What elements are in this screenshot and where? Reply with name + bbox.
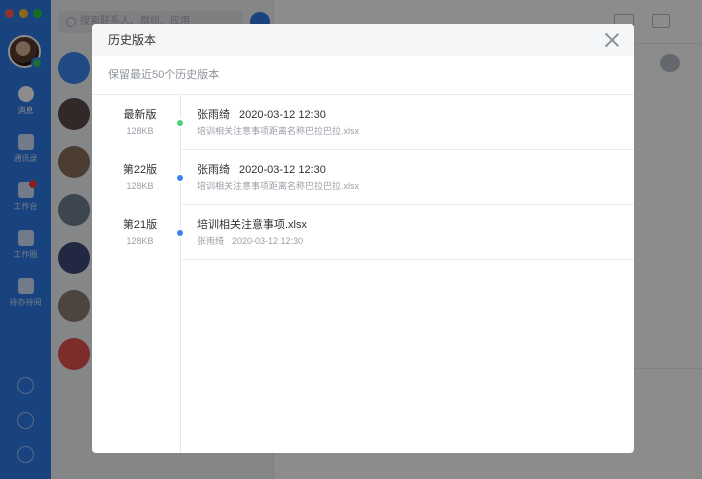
dialog-subtitle: 保留最近50个历史版本 <box>92 56 634 95</box>
version-label: 最新版 128KB <box>92 108 188 137</box>
version-size: 128KB <box>126 181 154 191</box>
version-file-title: 培训相关注意事项.xlsx <box>197 219 307 231</box>
dialog-header: 历史版本 <box>92 24 634 56</box>
version-row[interactable]: 最新版 128KB 张雨绮 2020-03-12 12:30 培训相关注意事项距离… <box>92 95 634 150</box>
version-author: 张雨绮 <box>197 109 230 121</box>
version-size: 128KB <box>126 126 154 136</box>
version-size: 128KB <box>126 236 154 246</box>
version-name: 第21版 <box>122 219 158 231</box>
version-author-time: 张雨绮 2020-03-12 12:30 <box>197 108 326 122</box>
version-author: 张雨绮 <box>197 164 230 176</box>
version-row[interactable]: 第21版 128KB 培训相关注意事项.xlsx 张雨绮 2020-03-12 1… <box>92 205 634 260</box>
dialog-title: 历史版本 <box>108 33 157 47</box>
timeline-dot <box>175 118 185 128</box>
version-name: 最新版 <box>123 109 157 121</box>
version-timeline: 最新版 128KB 张雨绮 2020-03-12 12:30 培训相关注意事项距离… <box>92 95 634 453</box>
version-history-dialog: 历史版本 保留最近50个历史版本 最新版 128KB 张雨绮 2020-03-12… <box>92 24 634 453</box>
version-file: 培训相关注意事项距离名称巴拉巴拉.xlsx <box>197 181 360 191</box>
version-time: 2020-03-12 12:30 <box>239 109 326 121</box>
version-row[interactable]: 第22版 128KB 张雨绮 2020-03-12 12:30 培训相关注意事项距… <box>92 150 634 205</box>
version-name: 第22版 <box>122 164 158 176</box>
version-label: 第22版 128KB <box>92 163 188 192</box>
version-author-time: 张雨绮 2020-03-12 12:30 <box>197 236 303 247</box>
version-author: 张雨绮 <box>197 236 225 246</box>
timeline-dot <box>175 228 185 238</box>
timeline-dot <box>175 173 185 183</box>
version-file: 培训相关注意事项距离名称巴拉巴拉.xlsx <box>197 126 360 136</box>
version-label: 第21版 128KB <box>92 218 188 247</box>
version-time: 2020-03-12 12:30 <box>239 164 326 176</box>
version-author-time: 张雨绮 2020-03-12 12:30 <box>197 163 326 177</box>
version-time: 2020-03-12 12:30 <box>232 236 304 246</box>
close-icon[interactable] <box>604 32 620 48</box>
